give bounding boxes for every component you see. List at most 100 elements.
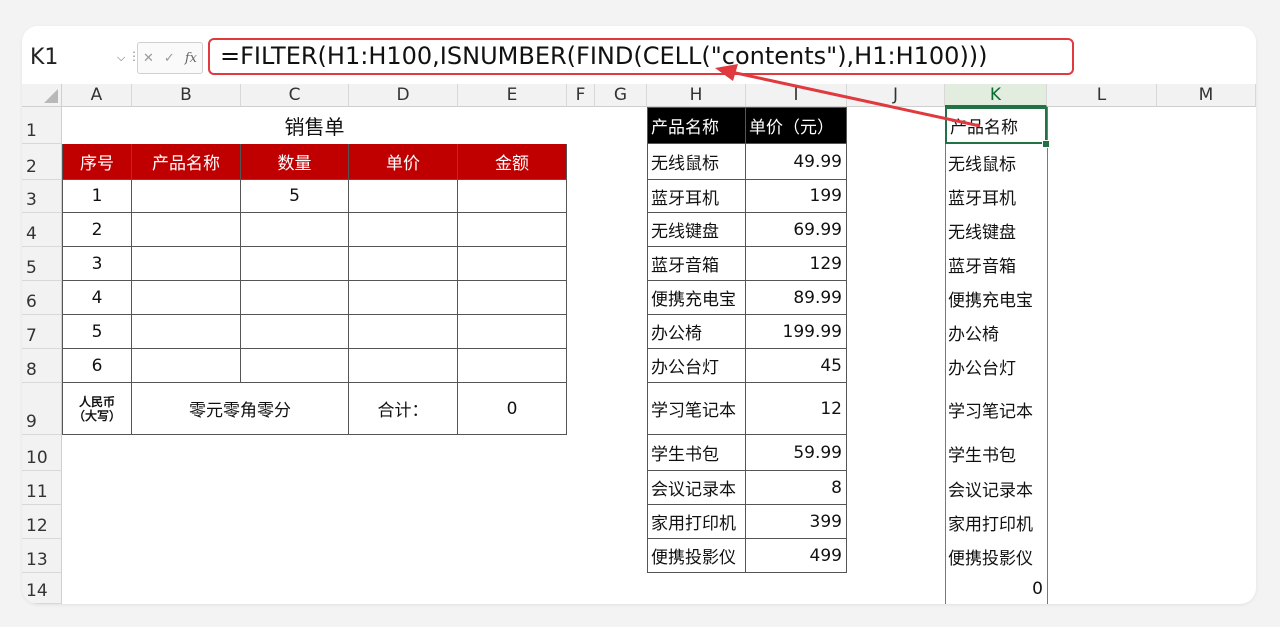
sales-header-amount[interactable]: 金额 [458,144,567,180]
chevron-down-icon[interactable]: ⌵ [117,46,125,70]
filter-result-header-selected-cell[interactable]: 产品名称 [945,107,1047,144]
sales-title[interactable]: 销售单 [62,107,567,144]
product-name[interactable]: 家用打印机 [647,505,746,539]
column-header-f[interactable]: F [567,84,595,107]
sales-row-qty[interactable] [241,281,349,315]
row-header-10[interactable]: 10 [22,435,62,471]
product-price[interactable]: 49.99 [746,144,847,180]
product-name[interactable]: 蓝牙耳机 [647,180,746,213]
sales-row-qty[interactable] [241,315,349,349]
column-header-a[interactable]: A [62,84,132,107]
cancel-icon[interactable]: ✕ [143,51,154,66]
product-name[interactable]: 便携充电宝 [647,281,746,315]
sales-row-price[interactable] [349,247,458,281]
product-name[interactable]: 蓝牙音箱 [647,247,746,281]
sales-row-name[interactable] [132,213,241,247]
sales-row-price[interactable] [349,213,458,247]
row-header-2[interactable]: 2 [22,144,62,180]
sales-row-price[interactable] [349,281,458,315]
sales-row-amount[interactable] [458,281,567,315]
function-icon[interactable]: fx [185,51,197,66]
sales-header-no[interactable]: 序号 [62,144,132,180]
filter-result-item[interactable]: 无线键盘 [945,213,1047,247]
column-header-d[interactable]: D [349,84,458,107]
sales-row-name[interactable] [132,349,241,383]
sales-row-amount[interactable] [458,247,567,281]
filter-result-item[interactable]: 便携充电宝 [945,281,1047,315]
row-header-12[interactable]: 12 [22,505,62,539]
row-header-8[interactable]: 8 [22,349,62,383]
sales-row-no[interactable]: 3 [62,247,132,281]
product-name[interactable]: 会议记录本 [647,471,746,505]
sales-header-price[interactable]: 单价 [349,144,458,180]
sales-row-qty[interactable] [241,213,349,247]
sales-row-price[interactable] [349,180,458,213]
sales-row-name[interactable] [132,281,241,315]
row-header-4[interactable]: 4 [22,213,62,247]
filter-result-item[interactable]: 办公台灯 [945,349,1047,383]
filter-result-item[interactable]: 家用打印机 [945,505,1047,539]
product-name[interactable]: 无线鼠标 [647,144,746,180]
column-header-i[interactable]: I [746,84,847,107]
row-header-13[interactable]: 13 [22,539,62,573]
product-header-price[interactable]: 单价（元） [746,107,847,144]
formula-bar-extension[interactable] [1082,40,1252,74]
sales-row-amount[interactable] [458,213,567,247]
row-header-3[interactable]: 3 [22,180,62,213]
product-name[interactable]: 办公椅 [647,315,746,349]
column-header-h[interactable]: H [647,84,746,107]
product-price[interactable]: 199.99 [746,315,847,349]
column-header-j[interactable]: J [847,84,945,107]
sales-row-price[interactable] [349,349,458,383]
row-header-9[interactable]: 9 [22,383,62,435]
sales-row-amount[interactable] [458,180,567,213]
select-all-corner[interactable] [22,84,62,107]
product-header-name[interactable]: 产品名称 [647,107,746,144]
product-name[interactable]: 学习笔记本 [647,383,746,435]
filter-result-item[interactable]: 蓝牙耳机 [945,180,1047,213]
sales-row-qty[interactable]: 5 [241,180,349,213]
sales-row-price[interactable] [349,315,458,349]
column-header-m[interactable]: M [1157,84,1256,107]
product-price[interactable]: 89.99 [746,281,847,315]
row-header-6[interactable]: 6 [22,281,62,315]
sales-row-no[interactable]: 4 [62,281,132,315]
column-header-e[interactable]: E [458,84,567,107]
sales-row-name[interactable] [132,180,241,213]
column-header-c[interactable]: C [241,84,349,107]
row-header-11[interactable]: 11 [22,471,62,505]
filter-result-item[interactable]: 学习笔记本 [945,383,1047,435]
sales-row-amount[interactable] [458,349,567,383]
product-price[interactable]: 69.99 [746,213,847,247]
name-box[interactable]: K1 [30,40,58,76]
product-price[interactable]: 45 [746,349,847,383]
product-price[interactable]: 8 [746,471,847,505]
product-name[interactable]: 办公台灯 [647,349,746,383]
product-price[interactable]: 129 [746,247,847,281]
filter-result-item[interactable]: 学生书包 [945,435,1047,471]
filter-result-trailing-value[interactable]: 0 [945,573,1047,604]
confirm-icon[interactable]: ✓ [164,51,175,66]
sales-row-no[interactable]: 5 [62,315,132,349]
filter-result-item[interactable]: 会议记录本 [945,471,1047,505]
filter-result-item[interactable]: 办公椅 [945,315,1047,349]
sales-header-qty[interactable]: 数量 [241,144,349,180]
column-header-l[interactable]: L [1047,84,1157,107]
product-name[interactable]: 无线键盘 [647,213,746,247]
product-price[interactable]: 12 [746,383,847,435]
product-name[interactable]: 便携投影仪 [647,539,746,573]
sales-row-no[interactable]: 6 [62,349,132,383]
filter-result-item[interactable]: 便携投影仪 [945,539,1047,573]
row-header-1[interactable]: 1 [22,107,62,144]
filter-result-item[interactable]: 无线鼠标 [945,144,1047,180]
sales-row-no[interactable]: 1 [62,180,132,213]
row-header-14[interactable]: 14 [22,573,62,604]
sales-row-qty[interactable] [241,247,349,281]
column-header-g[interactable]: G [595,84,647,107]
product-price[interactable]: 399 [746,505,847,539]
rmb-amount-text[interactable]: 零元零角零分 [132,383,349,435]
product-price[interactable]: 199 [746,180,847,213]
sales-row-name[interactable] [132,315,241,349]
row-header-5[interactable]: 5 [22,247,62,281]
filter-result-item[interactable]: 蓝牙音箱 [945,247,1047,281]
